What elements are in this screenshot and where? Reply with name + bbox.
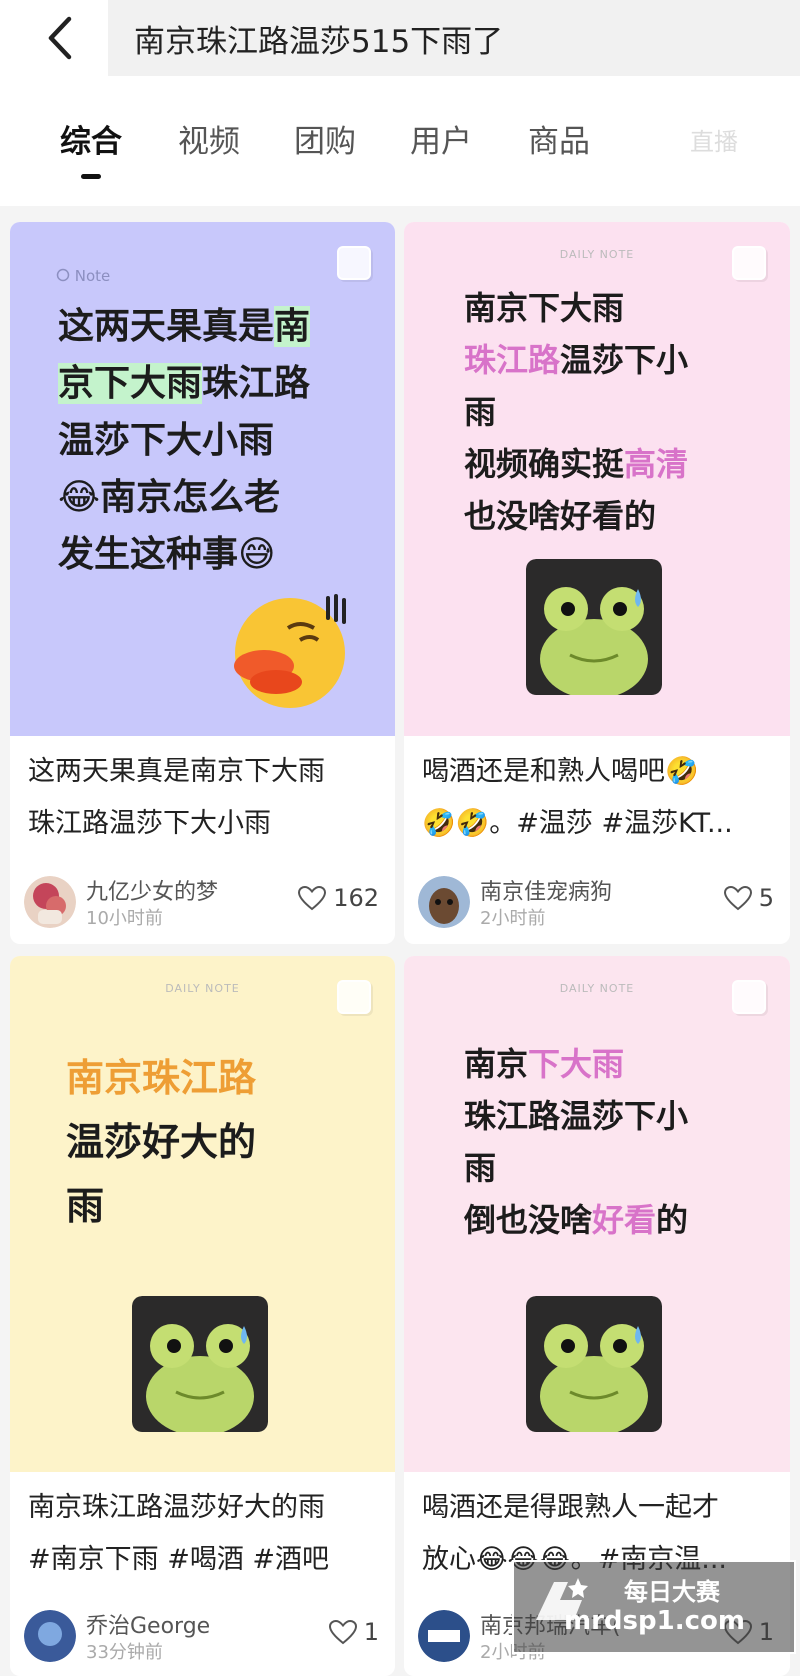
cover-line: 这两天果真是南 [58,306,311,347]
cover-tag: Note [56,267,110,285]
like-button[interactable]: 162 [297,884,379,912]
like-count: 1 [363,1618,379,1646]
cover-line: 温莎下大小雨 [58,420,275,461]
search-input[interactable]: 南京珠江路温莎515下雨了 [108,0,800,76]
tab-video[interactable]: 视频 [178,116,240,161]
cover-line: 南京下大雨 [464,289,625,327]
tab-live[interactable]: 直播 [690,122,738,157]
like-button[interactable]: 5 [723,884,774,912]
cover-line: 珠江路温莎下小 [464,1097,689,1135]
tab-label: 用户 [410,124,472,160]
title-line: 南京珠江路温莎好大的雨 [28,1492,325,1523]
note-card[interactable]: DAILY NOTE 南京下大雨 珠江路温莎下小 雨 视频确实挺高清 也没啥好看… [404,222,790,944]
search-query-text: 南京珠江路温莎515下雨了 [134,23,504,60]
card-cover: Note 这两天果真是南 京下大雨珠江路 温莎下大小雨 😂南京怎么老 发生这种事… [10,222,395,736]
author-name[interactable]: 乔治George [86,1608,210,1640]
cover-text: 这两天果真是南 京下大雨珠江路 温莎下大小雨 😂南京怎么老 发生这种事😅 [58,298,311,583]
cover-line: 南京珠江路 [66,1056,257,1100]
tab-bar: 综合 视频 团购 用户 商品 直播 [0,80,800,206]
cover-text: 南京下大雨 珠江路温莎下小 雨 倒也没啥好看的 [464,1038,688,1246]
tab-label: 综合 [60,124,122,160]
avatar[interactable] [418,1610,470,1662]
duck-face-emoji-icon [234,594,346,708]
frog-sticker-icon [132,1296,268,1432]
heart-icon [298,885,327,911]
collection-badge-icon [337,980,371,1014]
like-count: 162 [333,884,379,912]
like-button[interactable]: 1 [328,1618,379,1646]
title-line: 🤣🤣。#温莎 #温莎KT... [422,808,733,839]
watermark: 每日大赛 mrdsp1.com [512,1560,796,1654]
back-button[interactable] [30,8,90,68]
cover-line: 珠江路温莎下小 [464,341,689,379]
card-title[interactable]: 这两天果真是南京下大雨 珠江路温莎下大小雨 [28,746,381,850]
post-time: 10小时前 [86,908,163,929]
author-name[interactable]: 九亿少女的梦 [86,874,218,906]
avatar[interactable] [24,1610,76,1662]
heart-icon [328,1619,357,1645]
note-card[interactable]: DAILY NOTE 南京珠江路 温莎好大的 雨 南京珠江路温莎好大的雨 #南京… [10,956,395,1676]
active-tab-indicator [81,174,101,179]
cover-line: 也没啥好看的 [464,497,657,535]
title-line: 喝酒还是和熟人喝吧🤣 [422,756,699,787]
circle-icon [56,268,70,282]
chevron-left-icon [48,16,72,60]
cover-text: 南京珠江路 温莎好大的 雨 [66,1046,256,1238]
frog-sticker-icon [526,1296,662,1432]
avatar[interactable] [418,876,470,928]
cover-line: 京下大雨珠江路 [58,363,311,404]
collection-badge-icon [732,980,766,1014]
cover-line: 雨 [464,393,497,431]
heart-icon [723,885,752,911]
tab-users[interactable]: 用户 [410,116,472,161]
card-cover: DAILY NOTE 南京珠江路 温莎好大的 雨 [10,956,395,1472]
title-line: 珠江路温莎下大小雨 [28,808,271,839]
card-title[interactable]: 南京珠江路温莎好大的雨 #南京下雨 #喝酒 #酒吧 [28,1482,381,1586]
title-line: 这两天果真是南京下大雨 [28,756,325,787]
cover-line: 视频确实挺高清 [464,445,689,483]
cover-text: 南京下大雨 珠江路温莎下小 雨 视频确实挺高清 也没啥好看的 [464,282,688,542]
cover-line: 雨 [66,1184,105,1228]
card-footer: 九亿少女的梦 10小时前 162 [24,872,383,932]
tab-group-buy[interactable]: 团购 [294,116,356,161]
cover-line: 雨 [464,1149,497,1187]
post-time: 2小时前 [480,908,546,929]
like-count: 5 [758,884,774,912]
note-card[interactable]: Note 这两天果真是南 京下大雨珠江路 温莎下大小雨 😂南京怎么老 发生这种事… [10,222,395,944]
cover-line: 发生这种事😅 [58,534,276,575]
top-bar: 南京珠江路温莎515下雨了 [0,0,800,80]
watermark-url: mrdsp1.com [564,1606,745,1636]
cover-line: 温莎好大的 [66,1120,257,1164]
author-name[interactable]: 南京佳宠病狗 [480,874,612,906]
tab-label: 直播 [690,128,738,156]
card-cover: DAILY NOTE 南京下大雨 珠江路温莎下小 雨 倒也没啥好看的 [404,956,790,1472]
collection-badge-icon [337,246,371,280]
title-line: #南京下雨 #喝酒 #酒吧 [28,1544,330,1575]
title-line: 喝酒还是得跟熟人一起才 [422,1492,719,1523]
tab-products[interactable]: 商品 [528,116,590,161]
cover-line: 倒也没啥好看的 [464,1201,689,1239]
cover-tag-text: Note [74,267,111,285]
card-footer: 乔治George 33分钟前 1 [24,1606,383,1666]
post-time: 33分钟前 [86,1642,163,1663]
card-footer: 南京佳宠病狗 2小时前 5 [418,872,778,932]
tab-label: 视频 [178,124,240,160]
tab-label: 商品 [528,124,590,160]
cover-line: 南京下大雨 [464,1045,625,1083]
frog-sticker-icon [526,559,662,695]
cover-line: 😂南京怎么老 [58,477,281,518]
card-title[interactable]: 喝酒还是和熟人喝吧🤣 🤣🤣。#温莎 #温莎KT... [422,746,776,850]
tab-label: 团购 [294,124,356,160]
tab-general[interactable]: 综合 [60,116,122,179]
card-cover: DAILY NOTE 南京下大雨 珠江路温莎下小 雨 视频确实挺高清 也没啥好看… [404,222,790,736]
avatar[interactable] [24,876,76,928]
watermark-sub: 每日大赛 [624,1578,720,1606]
collection-badge-icon [732,246,766,280]
